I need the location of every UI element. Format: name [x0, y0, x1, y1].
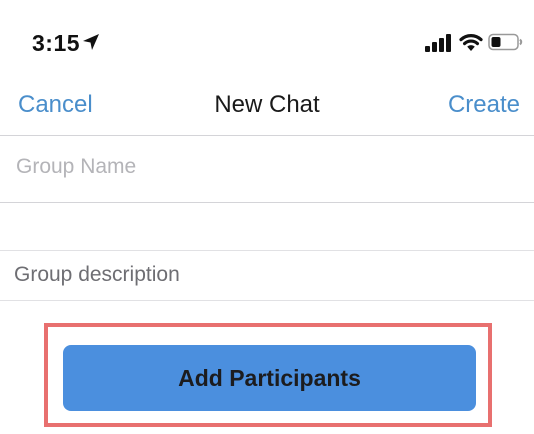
cellular-signal-icon [425, 34, 451, 52]
group-description-input[interactable] [14, 263, 519, 291]
location-arrow-icon [83, 34, 99, 50]
battery-icon [488, 33, 523, 51]
status-time: 3:15 [32, 30, 81, 56]
nav-bar: Cancel New Chat Create [0, 80, 534, 136]
group-name-row [0, 137, 534, 203]
create-button[interactable]: Create [448, 91, 520, 119]
group-description-row [0, 251, 534, 301]
section-spacer [0, 203, 534, 251]
status-bar: 3:15 [0, 0, 534, 80]
wifi-icon [459, 34, 483, 51]
add-participants-button[interactable]: Add Participants [63, 345, 476, 411]
group-name-input[interactable] [16, 155, 516, 179]
